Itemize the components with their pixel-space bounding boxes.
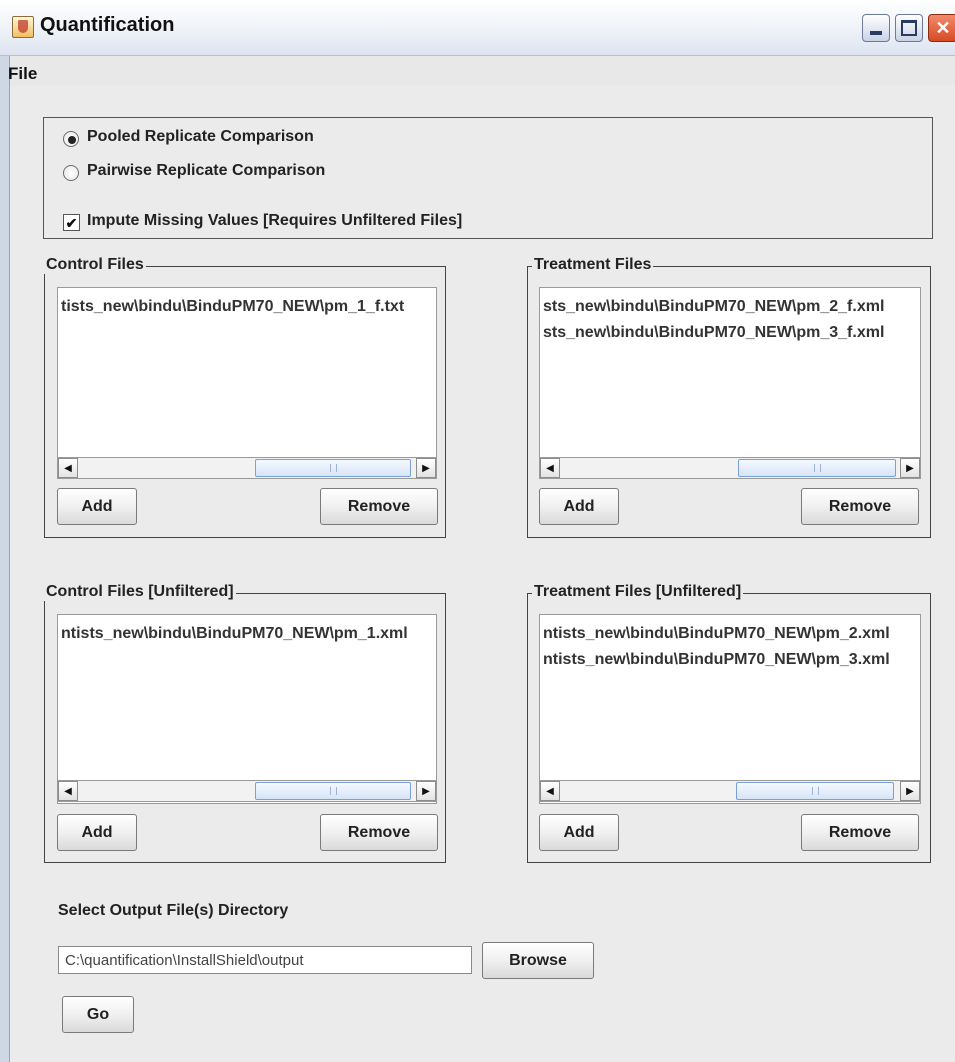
treatment-unfiltered-panel: Treatment Files [Unfiltered] ntists_new\… xyxy=(527,583,931,863)
scroll-left-icon[interactable]: ◀ xyxy=(58,458,78,478)
scroll-thumb[interactable] xyxy=(255,459,411,477)
list-item[interactable]: ntists_new\bindu\BinduPM70_NEW\pm_2.xml xyxy=(543,625,890,643)
list-item[interactable]: tists_new\bindu\BinduPM70_NEW\pm_1_f.txt xyxy=(61,298,404,316)
output-directory-label: Select Output File(s) Directory xyxy=(58,902,289,919)
control-files-panel: Control Files tists_new\bindu\BinduPM70_… xyxy=(44,256,446,538)
maximize-icon xyxy=(901,20,917,36)
treatment-unfiltered-title: Treatment Files [Unfiltered] xyxy=(532,583,744,601)
horizontal-scrollbar[interactable]: ◀ ▶ xyxy=(539,780,921,802)
close-icon: ✕ xyxy=(935,17,951,38)
treatment-unfiltered-list[interactable]: ntists_new\bindu\BinduPM70_NEW\pm_2.xml … xyxy=(539,614,921,804)
horizontal-scrollbar[interactable]: ◀ ▶ xyxy=(57,457,437,479)
window-title: Quantification xyxy=(40,14,175,36)
treatment-add-button[interactable]: Add xyxy=(539,488,619,525)
title-bar[interactable]: Quantification ✕ xyxy=(0,0,955,56)
control-remove-button[interactable]: Remove xyxy=(320,488,438,525)
scroll-right-icon[interactable]: ▶ xyxy=(900,781,920,801)
horizontal-scrollbar[interactable]: ◀ ▶ xyxy=(57,780,437,802)
list-item[interactable]: sts_new\bindu\BinduPM70_NEW\pm_2_f.xml xyxy=(543,298,884,316)
scroll-left-icon[interactable]: ◀ xyxy=(540,781,560,801)
list-item[interactable]: sts_new\bindu\BinduPM70_NEW\pm_3_f.xml xyxy=(543,324,884,342)
control-files-list[interactable]: tists_new\bindu\BinduPM70_NEW\pm_1_f.txt xyxy=(57,287,437,479)
window-frame xyxy=(0,0,10,1062)
menu-file[interactable]: File xyxy=(8,64,37,84)
scroll-left-icon[interactable]: ◀ xyxy=(58,781,78,801)
control-unfiltered-list[interactable]: ntists_new\bindu\BinduPM70_NEW\pm_1.xml xyxy=(57,614,437,804)
scroll-thumb[interactable] xyxy=(738,459,896,477)
output-directory-input[interactable] xyxy=(58,946,472,974)
control-unfiltered-panel: Control Files [Unfiltered] ntists_new\bi… xyxy=(44,583,446,863)
control-add-button[interactable]: Add xyxy=(57,488,137,525)
control-unfiltered-remove-button[interactable]: Remove xyxy=(320,814,438,851)
go-button[interactable]: Go xyxy=(62,996,134,1033)
pairwise-radio[interactable] xyxy=(63,165,79,181)
scroll-thumb[interactable] xyxy=(255,782,411,800)
impute-checkbox[interactable]: ✔ xyxy=(63,214,80,231)
control-unfiltered-title: Control Files [Unfiltered] xyxy=(44,583,236,601)
checkmark-icon: ✔ xyxy=(65,214,78,231)
list-item[interactable]: ntists_new\bindu\BinduPM70_NEW\pm_1.xml xyxy=(61,625,408,643)
minimize-button[interactable] xyxy=(862,14,890,42)
control-files-title: Control Files xyxy=(44,256,146,274)
pairwise-label[interactable]: Pairwise Replicate Comparison xyxy=(87,162,325,180)
treatment-files-list[interactable]: sts_new\bindu\BinduPM70_NEW\pm_2_f.xml s… xyxy=(539,287,921,479)
pooled-label[interactable]: Pooled Replicate Comparison xyxy=(87,128,314,146)
scroll-left-icon[interactable]: ◀ xyxy=(540,458,560,478)
scroll-right-icon[interactable]: ▶ xyxy=(900,458,920,478)
maximize-button[interactable] xyxy=(895,14,923,42)
control-unfiltered-add-button[interactable]: Add xyxy=(57,814,137,851)
scroll-thumb[interactable] xyxy=(736,782,894,800)
treatment-remove-button[interactable]: Remove xyxy=(801,488,919,525)
menu-bar xyxy=(10,56,955,86)
close-button[interactable]: ✕ xyxy=(928,14,955,42)
horizontal-scrollbar[interactable]: ◀ ▶ xyxy=(539,457,921,479)
pooled-radio[interactable] xyxy=(63,131,79,147)
comparison-options-group: Pooled Replicate Comparison Pairwise Rep… xyxy=(43,117,933,239)
impute-label[interactable]: Impute Missing Values [Requires Unfilter… xyxy=(87,212,462,230)
treatment-files-title: Treatment Files xyxy=(532,256,654,274)
treatment-unfiltered-add-button[interactable]: Add xyxy=(539,814,619,851)
treatment-files-panel: Treatment Files sts_new\bindu\BinduPM70_… xyxy=(527,256,931,538)
treatment-unfiltered-remove-button[interactable]: Remove xyxy=(801,814,919,851)
scroll-right-icon[interactable]: ▶ xyxy=(416,781,436,801)
minimize-icon xyxy=(870,31,882,35)
scroll-right-icon[interactable]: ▶ xyxy=(416,458,436,478)
list-item[interactable]: ntists_new\bindu\BinduPM70_NEW\pm_3.xml xyxy=(543,651,890,669)
browse-button[interactable]: Browse xyxy=(482,942,594,979)
java-cup-icon xyxy=(12,16,34,38)
